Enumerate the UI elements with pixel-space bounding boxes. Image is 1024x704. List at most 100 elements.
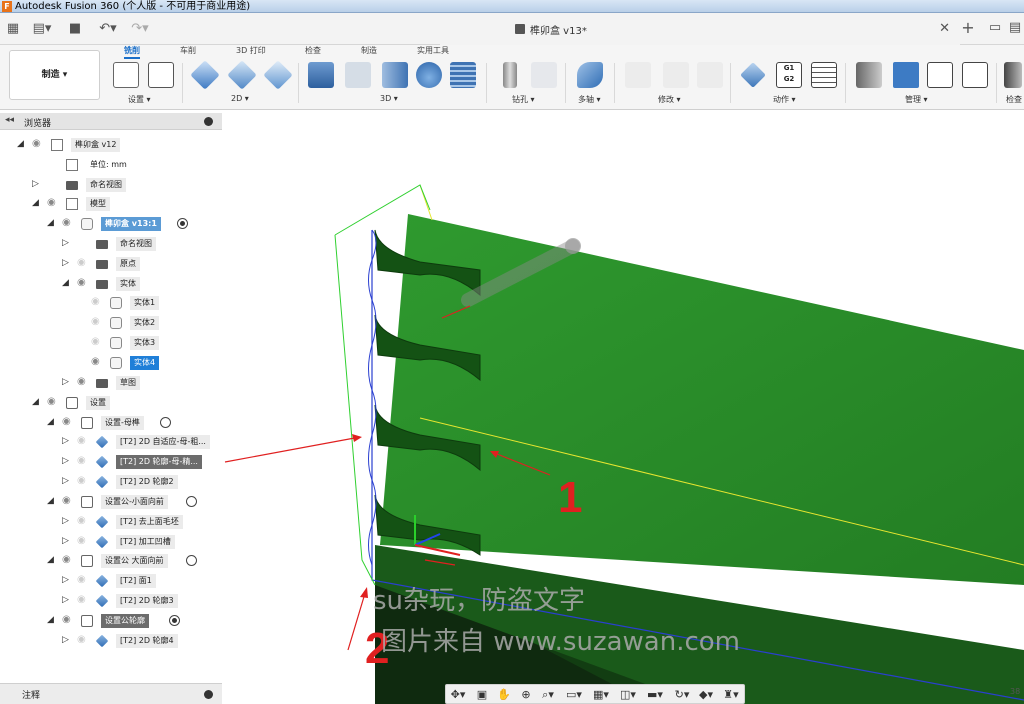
visibility-eye-icon[interactable]: ◉ bbox=[91, 316, 100, 327]
tab-turning[interactable]: 车削 bbox=[180, 45, 196, 56]
collapse-arrow-icon[interactable]: ◢ bbox=[62, 278, 69, 288]
fit-icon[interactable]: ⌕▾ bbox=[538, 687, 558, 703]
group-inspect[interactable]: 检查 bbox=[1006, 94, 1022, 105]
visibility-eye-icon[interactable]: ◉ bbox=[77, 277, 86, 288]
visibility-eye-icon[interactable]: ◉ bbox=[77, 535, 86, 546]
visibility-eye-icon[interactable]: ◉ bbox=[77, 515, 86, 526]
viewports-icon[interactable]: ◫▾ bbox=[618, 687, 638, 703]
collapse-arrow-icon[interactable]: ◢ bbox=[47, 417, 54, 427]
collapse-arrow-icon[interactable]: ◢ bbox=[47, 496, 54, 506]
visibility-eye-icon[interactable]: ◉ bbox=[32, 138, 41, 149]
visibility-eye-icon[interactable]: ◉ bbox=[77, 475, 86, 486]
visibility-eye-icon[interactable]: ◉ bbox=[91, 336, 100, 347]
group-actions[interactable]: 动作 ▾ bbox=[773, 94, 796, 105]
tree-node[interactable]: ◢ ◉ 设置公 大面向前 bbox=[47, 553, 220, 569]
collapse-arrow-icon[interactable]: ◢ bbox=[32, 198, 39, 208]
document-tab[interactable]: 榫卯盒 v13* ✕ bbox=[440, 13, 960, 45]
visibility-eye-icon[interactable]: ◉ bbox=[62, 495, 71, 506]
expand-arrow-icon[interactable]: ▷ bbox=[62, 536, 69, 546]
setup-sheet-icon[interactable] bbox=[148, 62, 174, 88]
tree-node[interactable]: ◢ ◉ 设置公轮廓 bbox=[47, 613, 220, 629]
expand-arrow-icon[interactable]: ▷ bbox=[62, 575, 69, 585]
comment-icon[interactable]: ▭ bbox=[984, 17, 1006, 39]
visibility-eye-icon[interactable]: ◉ bbox=[91, 356, 100, 367]
simulation-icon[interactable]: ◆▾ bbox=[696, 687, 716, 703]
collapse-arrow-icon[interactable]: ◢ bbox=[17, 139, 24, 149]
visibility-eye-icon[interactable]: ◉ bbox=[77, 257, 86, 268]
tree-node[interactable]: ▷ 命名视图 bbox=[62, 236, 220, 252]
look-at-icon[interactable]: ▣ bbox=[472, 687, 492, 703]
machine-library-icon[interactable] bbox=[893, 62, 919, 88]
2d-contour-icon[interactable] bbox=[263, 60, 293, 90]
modify-cut-icon[interactable] bbox=[625, 62, 651, 88]
tree-node[interactable]: ◢ ◉ 榫卯盒 v13:1 bbox=[47, 216, 220, 232]
2d-pocket-icon[interactable] bbox=[227, 60, 257, 90]
thread-icon[interactable] bbox=[531, 62, 557, 88]
expand-arrow-icon[interactable]: ▷ bbox=[62, 436, 69, 446]
tab-fabricate[interactable]: 制造 bbox=[361, 45, 377, 56]
visibility-eye-icon[interactable]: ◉ bbox=[77, 634, 86, 645]
app-grid-icon[interactable]: ▦ bbox=[4, 20, 22, 38]
group-modify[interactable]: 修改 ▾ bbox=[658, 94, 681, 105]
activate-radio[interactable] bbox=[186, 496, 197, 507]
tree-node[interactable]: ◉ 实体2 bbox=[76, 315, 220, 331]
display-settings-icon[interactable]: ▭▾ bbox=[564, 687, 584, 703]
visibility-eye-icon[interactable]: ◉ bbox=[77, 574, 86, 585]
collapse-arrow-icon[interactable]: ◢ bbox=[47, 555, 54, 565]
tree-node[interactable]: ◢ ◉ 榫卯盒 v12 bbox=[17, 137, 220, 153]
stock-display-icon[interactable]: ▬▾ bbox=[645, 687, 665, 703]
expand-arrow-icon[interactable]: ▷ bbox=[62, 595, 69, 605]
tree-node[interactable]: 单位: mm bbox=[32, 157, 220, 173]
job-status-icon[interactable]: ▤ bbox=[1004, 17, 1024, 39]
tree-node[interactable]: ◢ ◉ 实体 bbox=[62, 276, 220, 292]
expand-arrow-icon[interactable]: ▷ bbox=[32, 179, 39, 189]
2d-adaptive-icon[interactable] bbox=[190, 60, 220, 90]
visibility-eye-icon[interactable]: ◉ bbox=[62, 416, 71, 427]
visibility-eye-icon[interactable]: ◉ bbox=[62, 217, 71, 228]
visibility-eye-icon[interactable]: ◉ bbox=[47, 396, 56, 407]
expand-arrow-icon[interactable]: ▷ bbox=[62, 258, 69, 268]
tree-node[interactable]: ▷ ◉ 原点 bbox=[62, 256, 220, 272]
expand-arrow-icon[interactable]: ▷ bbox=[62, 238, 69, 248]
tree-node[interactable]: ▷ ◉ [T2] 面1 bbox=[62, 573, 220, 589]
collapse-arrow-icon[interactable]: ◢ bbox=[47, 218, 54, 228]
tree-node[interactable]: ◢ ◉ 设置公-小面向前 bbox=[47, 494, 220, 510]
workspace-switcher[interactable]: 制造 ▾ bbox=[9, 50, 100, 100]
tree-node[interactable]: ▷ ◉ [T2] 去上面毛坯 bbox=[62, 514, 220, 530]
notes-options-icon[interactable] bbox=[204, 690, 213, 699]
tree-node[interactable]: ▷ ◉ [T2] 2D 轮廓4 bbox=[62, 633, 220, 649]
visibility-eye-icon[interactable]: ◉ bbox=[77, 435, 86, 446]
canvas-viewport[interactable] bbox=[222, 113, 1024, 704]
activate-radio[interactable] bbox=[186, 555, 197, 566]
orbit-icon[interactable]: ✥▾ bbox=[448, 687, 468, 703]
tree-node[interactable]: ▷ ◉ [T2] 加工凹槽 bbox=[62, 534, 220, 550]
tool-library-icon[interactable] bbox=[856, 62, 882, 88]
3d-adaptive-icon[interactable] bbox=[308, 62, 334, 88]
3d-scallop-icon[interactable] bbox=[416, 62, 442, 88]
post-library-icon[interactable] bbox=[962, 62, 988, 88]
simulate-icon[interactable] bbox=[740, 62, 766, 88]
drill-icon[interactable] bbox=[503, 62, 517, 88]
collapse-browser-icon[interactable]: ◂◂ bbox=[5, 115, 14, 125]
tab-milling[interactable]: 铣削 bbox=[124, 45, 140, 59]
notes-panel[interactable]: 注释 bbox=[0, 683, 222, 704]
pan-icon[interactable]: ✋ bbox=[494, 687, 514, 703]
group-manage[interactable]: 管理 ▾ bbox=[905, 94, 928, 105]
visibility-eye-icon[interactable]: ◉ bbox=[91, 296, 100, 307]
tree-node[interactable]: ▷ ◉ [T2] 2D 轮廓-母-精... bbox=[62, 454, 220, 470]
tree-node[interactable]: ▷ 命名视图 bbox=[32, 177, 220, 193]
expand-arrow-icon[interactable]: ▷ bbox=[62, 377, 69, 387]
browser-header[interactable]: ◂◂ 浏览器 bbox=[0, 113, 222, 130]
tree-node[interactable]: ▷ ◉ [T2] 2D 自适应-母-粗... bbox=[62, 434, 220, 450]
visibility-eye-icon[interactable]: ◉ bbox=[77, 594, 86, 605]
tree-node[interactable]: ◉ 实体1 bbox=[76, 295, 220, 311]
expand-arrow-icon[interactable]: ▷ bbox=[62, 476, 69, 486]
tree-node[interactable]: ▷ ◉ 草图 bbox=[62, 375, 220, 391]
expand-arrow-icon[interactable]: ▷ bbox=[62, 456, 69, 466]
tool-display-icon[interactable]: ♜▾ bbox=[721, 687, 741, 703]
zoom-icon[interactable]: ⊕ bbox=[516, 687, 536, 703]
toolpath-display-icon[interactable]: ↻▾ bbox=[672, 687, 692, 703]
visibility-eye-icon[interactable]: ◉ bbox=[47, 197, 56, 208]
multi-axis-icon[interactable] bbox=[577, 62, 603, 88]
template-library-icon[interactable] bbox=[927, 62, 953, 88]
